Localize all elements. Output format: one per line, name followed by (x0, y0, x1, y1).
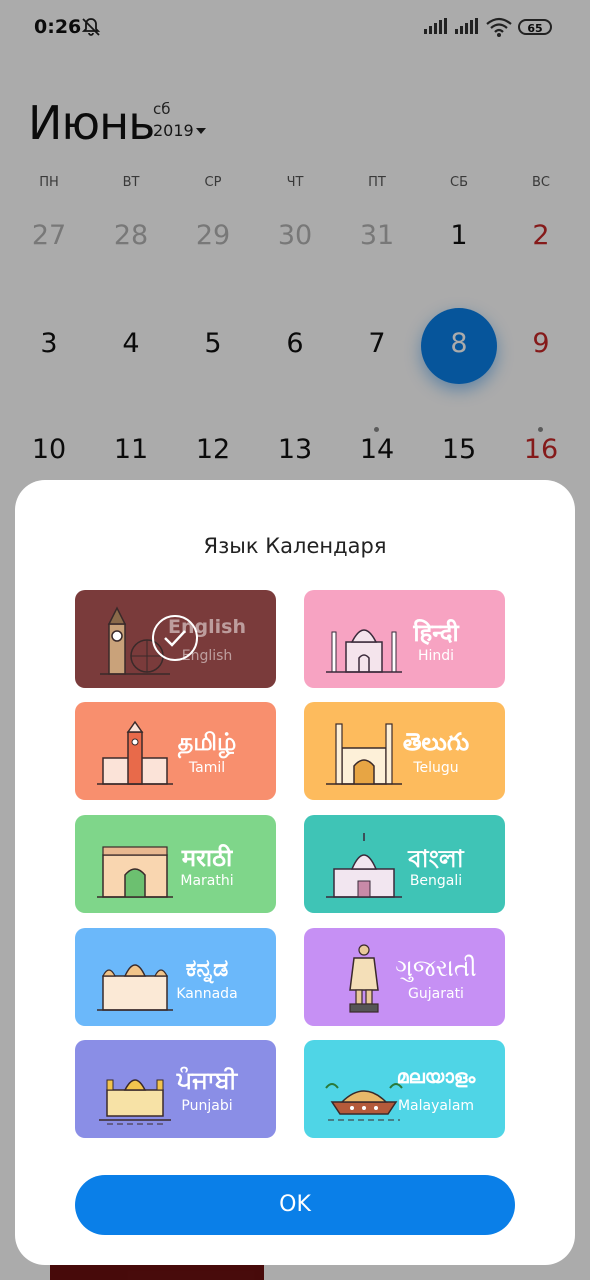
language-name: Hindi (417, 648, 455, 664)
language-name: English (181, 648, 233, 664)
language-name: Marathi (180, 873, 234, 889)
language-name: Tamil (188, 760, 226, 776)
language-name: Gujarati (408, 986, 464, 1002)
language-script: తెలుగు (402, 728, 470, 756)
language-name: Punjabi (181, 1098, 233, 1114)
language-name: Kannada (176, 986, 238, 1002)
language-card-marathi[interactable]: मराठी Marathi (75, 815, 276, 913)
language-script: ಕನ್ನಡ (185, 954, 229, 982)
ok-button[interactable]: OK (75, 1175, 515, 1235)
language-card-hindi[interactable]: हिन्दी Hindi (304, 590, 505, 688)
language-script: മലയാളം (396, 1066, 476, 1088)
language-card-english[interactable]: English English (75, 590, 276, 688)
language-card-telugu[interactable]: తెలుగు Telugu (304, 702, 505, 800)
language-card-punjabi[interactable]: ਪੰਜਾਬੀ Punjabi (75, 1040, 276, 1138)
language-card-kannada[interactable]: ಕನ್ನಡ Kannada (75, 928, 276, 1026)
language-name: Malayalam (397, 1098, 475, 1114)
language-script: हिन्दी (413, 619, 459, 647)
language-name: Telugu (413, 760, 459, 776)
language-card-gujarati[interactable]: ગુજરાતી Gujarati (304, 928, 505, 1026)
language-script: English (168, 616, 246, 638)
language-name: Bengali (409, 873, 463, 889)
language-script: தமிழ் (177, 728, 237, 756)
houseboat-icon (325, 1083, 403, 1121)
language-script: मराठी (181, 844, 233, 872)
language-card-malayalam[interactable]: മലയാളം Malayalam (304, 1040, 505, 1138)
language-card-tamil[interactable]: தமிழ் Tamil (75, 702, 276, 800)
language-script: ਪੰਜਾਬੀ (176, 1066, 238, 1094)
language-card-bengali[interactable]: বাংলা Bengali (304, 815, 505, 913)
dialog-title: Язык Календаря (203, 534, 387, 558)
language-dialog: Язык Календаря English English हिन्दी Hi… (15, 480, 575, 1265)
language-script: ગુજરાતી (395, 954, 477, 982)
